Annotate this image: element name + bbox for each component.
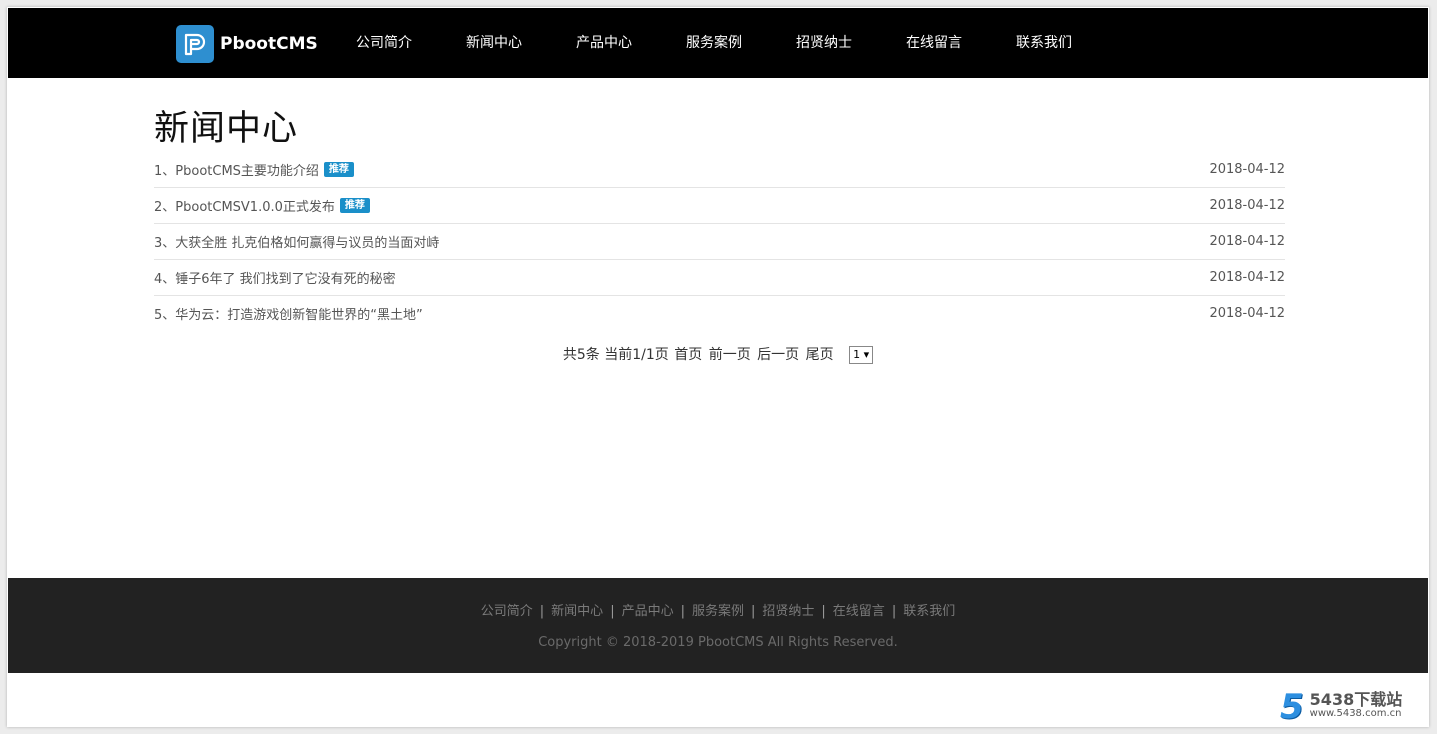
pager-total: 共5条 xyxy=(562,347,600,363)
footer-link-news[interactable]: 新闻中心 xyxy=(551,604,603,619)
footer-link-products[interactable]: 产品中心 xyxy=(622,604,674,619)
brand[interactable]: PbootCMS xyxy=(176,24,318,64)
list-item: 1、PbootCMS主要功能介绍 推荐 2018-04-12 xyxy=(154,152,1285,188)
browser-page: PbootCMS 公司简介 新闻中心 产品中心 服务案例 招贤纳士 在线留言 联… xyxy=(7,7,1429,727)
footer-separator: | xyxy=(821,604,826,619)
footer-link-cases[interactable]: 服务案例 xyxy=(692,604,744,619)
news-link[interactable]: 5、华为云：打造游戏创新智能世界的“黑土地” xyxy=(154,304,423,323)
list-item: 4、锤子6年了 我们找到了它没有死的秘密 2018-04-12 xyxy=(154,260,1285,296)
site-watermark: 5 5438下载站 www.5438.com.cn xyxy=(1280,690,1402,724)
recommend-badge: 推荐 xyxy=(323,162,354,177)
page-select[interactable]: 1 ▾ xyxy=(849,346,874,364)
pager-first-link[interactable]: 首页 xyxy=(674,347,702,363)
page-title: 新闻中心 xyxy=(154,109,299,149)
nav-item-jobs[interactable]: 招贤纳士 xyxy=(796,8,906,78)
list-item: 5、华为云：打造游戏创新智能世界的“黑土地” 2018-04-12 xyxy=(154,296,1285,331)
news-link[interactable]: 4、锤子6年了 我们找到了它没有死的秘密 xyxy=(154,268,396,287)
watermark-logo: 5 xyxy=(1280,687,1304,727)
footer-links: 公司简介 | 新闻中心 | 产品中心 | 服务案例 | 招贤纳士 | 在线留言 | 联系我们 xyxy=(8,600,1428,619)
dropdown-arrow-icon: ▾ xyxy=(863,348,870,361)
footer-link-jobs[interactable]: 招贤纳士 xyxy=(762,604,814,619)
watermark-text: 5438下载站 www.5438.com.cn xyxy=(1309,690,1403,721)
news-title: 1、PbootCMS主要功能介绍 xyxy=(154,164,319,179)
pager-next-link[interactable]: 后一页 xyxy=(757,347,799,363)
recommend-badge: 推荐 xyxy=(339,198,370,213)
news-date: 2018-04-12 xyxy=(1209,162,1285,177)
footer-separator: | xyxy=(610,604,615,619)
footer-link-about[interactable]: 公司简介 xyxy=(481,604,533,619)
nav-item-about[interactable]: 公司简介 xyxy=(356,8,466,78)
news-date: 2018-04-12 xyxy=(1209,234,1285,249)
footer-link-message[interactable]: 在线留言 xyxy=(833,604,885,619)
nav-item-message[interactable]: 在线留言 xyxy=(906,8,1016,78)
pager-prev-link[interactable]: 前一页 xyxy=(709,347,751,363)
news-date: 2018-04-12 xyxy=(1209,306,1285,321)
news-date: 2018-04-12 xyxy=(1209,270,1285,285)
nav-item-products[interactable]: 产品中心 xyxy=(576,8,686,78)
pager-current: 当前1/1页 xyxy=(604,347,669,363)
footer: 公司简介 | 新闻中心 | 产品中心 | 服务案例 | 招贤纳士 | 在线留言 | 联系我们 Copyr… xyxy=(8,578,1428,673)
news-link[interactable]: 3、大获全胜 扎克伯格如何赢得与议员的当面对峙 xyxy=(154,232,439,251)
footer-separator: | xyxy=(539,604,545,619)
list-item: 2、PbootCMSV1.0.0正式发布 推荐 2018-04-12 xyxy=(154,188,1285,224)
copyright: Copyright © 2018-2019 PbootCMS All Right… xyxy=(538,635,898,650)
watermark-url: www.5438.com.cn xyxy=(1309,708,1402,719)
news-list: 1、PbootCMS主要功能介绍 推荐 2018-04-12 2、PbootCM… xyxy=(154,152,1285,331)
footer-separator: | xyxy=(751,604,756,619)
footer-separator: | xyxy=(680,604,685,619)
news-title: 3、大获全胜 扎克伯格如何赢得与议员的当面对峙 xyxy=(154,236,440,251)
pager-last-link[interactable]: 尾页 xyxy=(806,347,834,363)
nav-item-cases[interactable]: 服务案例 xyxy=(686,8,796,78)
pagination: 共5条 当前1/1页 首页 前一页 后一页 尾页 1 ▾ xyxy=(7,344,1429,364)
list-item: 3、大获全胜 扎克伯格如何赢得与议员的当面对峙 2018-04-12 xyxy=(154,224,1285,260)
main-nav: 公司简介 新闻中心 产品中心 服务案例 招贤纳士 在线留言 联系我们 xyxy=(356,8,1126,78)
top-navbar: PbootCMS 公司简介 新闻中心 产品中心 服务案例 招贤纳士 在线留言 联… xyxy=(8,8,1428,78)
news-link[interactable]: 2、PbootCMSV1.0.0正式发布 推荐 xyxy=(154,196,370,215)
news-date: 2018-04-12 xyxy=(1209,198,1285,213)
pboot-logo-icon xyxy=(176,25,214,63)
footer-separator: | xyxy=(891,604,897,619)
news-title: 4、锤子6年了 我们找到了它没有死的秘密 xyxy=(154,272,396,287)
footer-link-contact[interactable]: 联系我们 xyxy=(903,604,955,619)
nav-item-contact[interactable]: 联系我们 xyxy=(1016,8,1126,78)
news-link[interactable]: 1、PbootCMS主要功能介绍 推荐 xyxy=(154,160,354,179)
brand-name: PbootCMS xyxy=(220,34,318,54)
page-select-value: 1 xyxy=(853,348,861,361)
news-title: 5、华为云：打造游戏创新智能世界的“黑土地” xyxy=(154,308,423,323)
news-title: 2、PbootCMSV1.0.0正式发布 xyxy=(154,200,335,215)
watermark-name: 5438下载站 xyxy=(1309,690,1403,709)
nav-item-news[interactable]: 新闻中心 xyxy=(466,8,576,78)
